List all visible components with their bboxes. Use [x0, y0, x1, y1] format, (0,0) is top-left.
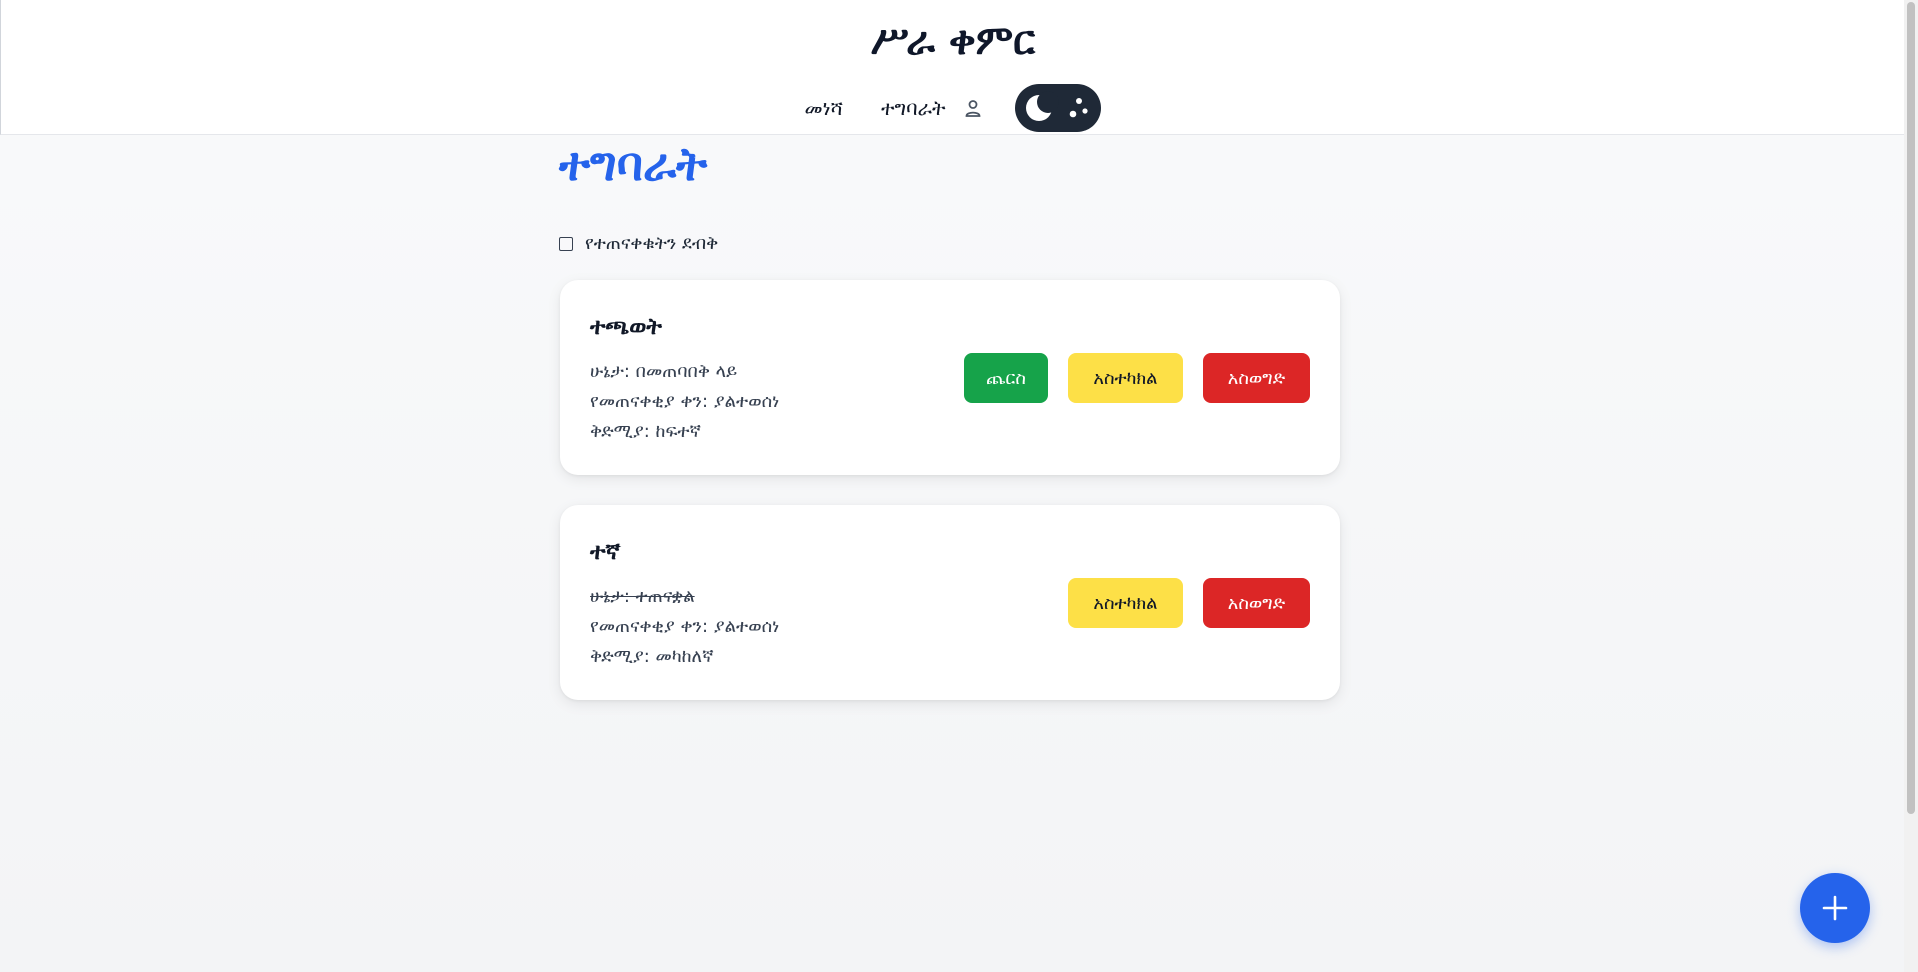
hide-completed-label: የተጠናቀቁትን ደብቅ [585, 233, 719, 254]
moon-icon [1026, 91, 1060, 121]
complete-button[interactable]: ጨርስ [964, 353, 1048, 403]
scrollbar-thumb[interactable] [1907, 2, 1915, 814]
task-card: ተኛ ሁኔታ: ተጠናቋል የመጠናቀቂያ ቀን: ያልተወሰነ ቅድሚያ: መ… [560, 505, 1340, 700]
delete-button[interactable]: አስወግድ [1203, 353, 1310, 403]
nav-group-tasks: ተግባራት [881, 96, 983, 120]
user-icon[interactable] [963, 98, 983, 118]
task-status: ሁኔታ: በመጠባበቅ ላይ [590, 361, 738, 382]
nav-link-tasks[interactable]: ተግባራት [881, 96, 945, 120]
hide-completed-checkbox[interactable] [559, 236, 573, 251]
task-actions: ጨርስ አስተካክል አስወግድ [964, 353, 1310, 403]
task-meta: ሁኔታ: በመጠባበቅ ላይ የመጠናቀቂያ ቀን: ያልተወሰነ ቅድሚያ: … [590, 357, 779, 447]
edit-button[interactable]: አስተካክል [1068, 353, 1183, 403]
stars-icon [1070, 98, 1089, 118]
add-task-button[interactable] [1800, 873, 1870, 943]
page-title: ተግባራት [559, 137, 708, 191]
task-meta: ሁኔታ: ተጠናቋል የመጠናቀቂያ ቀን: ያልተወሰነ ቅድሚያ: መካከለ… [590, 582, 779, 672]
hide-completed-filter[interactable]: የተጠናቀቁትን ደብቅ [559, 233, 718, 254]
nav-link-home[interactable]: መነሻ [805, 96, 843, 120]
task-priority: ቅድሚያ: መካከለኛ [590, 646, 714, 667]
task-card: ተጫወት ሁኔታ: በመጠባበቅ ላይ የመጠናቀቂያ ቀን: ያልተወሰነ ቅ… [560, 280, 1340, 475]
task-due-date: የመጠናቀቂያ ቀን: ያልተወሰነ [590, 391, 780, 412]
task-status: ሁኔታ: ተጠናቋል [590, 586, 695, 607]
edit-button[interactable]: አስተካክል [1068, 578, 1183, 628]
app-title: ሥራ ቀምር [870, 18, 1036, 64]
task-title: ተኛ [590, 539, 621, 565]
task-due-date: የመጠናቀቂያ ቀን: ያልተወሰነ [590, 616, 780, 637]
task-priority: ቅድሚያ: ከፍተኛ [590, 421, 701, 442]
task-title: ተጫወት [590, 314, 662, 340]
app-header: ሥራ ቀምር መነሻ ተግባራት [0, 0, 1904, 135]
page-scrollbar[interactable] [1904, 0, 1918, 972]
task-actions: አስተካክል አስወግድ [1068, 578, 1310, 628]
plus-icon [1822, 895, 1848, 921]
delete-button[interactable]: አስወግድ [1203, 578, 1310, 628]
theme-toggle-button[interactable] [1015, 84, 1102, 132]
main-nav: መነሻ ተግባራት [1, 84, 1905, 132]
